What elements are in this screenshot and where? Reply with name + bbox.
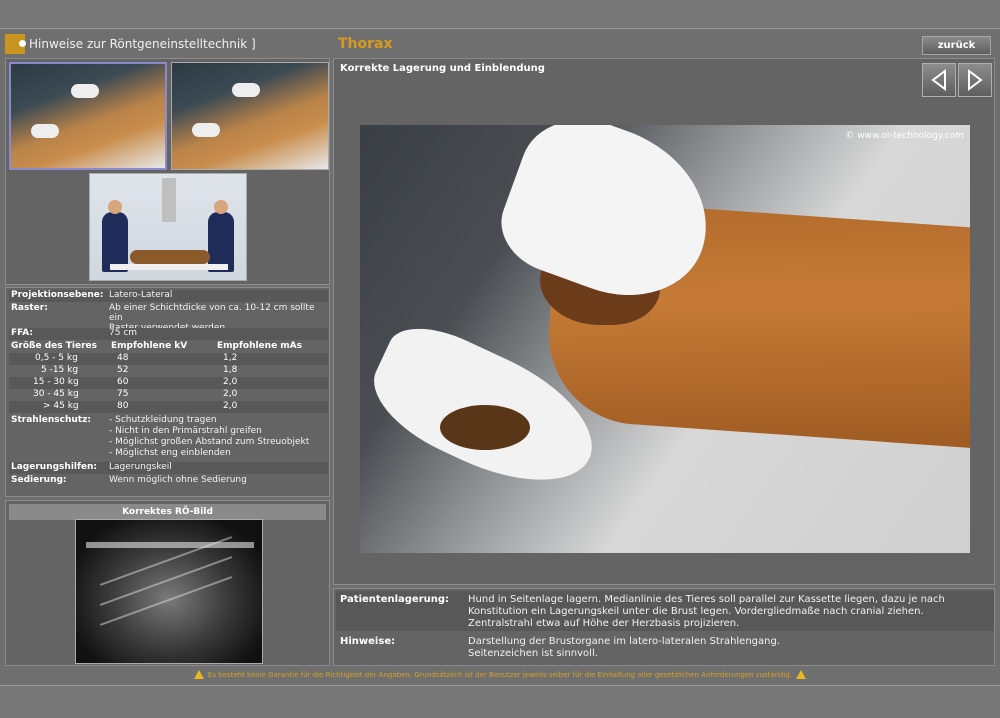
table-row: 15 - 30 kg 60 2,0: [9, 377, 328, 389]
glove-shape: [232, 83, 260, 97]
arrow-left-icon: [931, 69, 946, 91]
glove-shape: [31, 124, 59, 138]
photo-copyright: © www.or-technology.com: [845, 131, 964, 141]
warning-icon: [796, 670, 807, 679]
next-button[interactable]: [958, 63, 992, 97]
thumbnail-panel: [5, 58, 330, 285]
disclaimer-text: Es besteht keine Garantie für die Richti…: [207, 670, 793, 679]
person-head: [214, 200, 228, 214]
thumbnail-positioning-2[interactable]: [171, 62, 329, 170]
info-row-sedierung: Sedierung: Wenn möglich ohne Sedierung: [11, 475, 247, 485]
glove-shape: [192, 123, 220, 137]
dog-shape: [130, 250, 210, 264]
arrow-right-icon: [968, 69, 983, 91]
rib-shape: [99, 576, 233, 626]
thumbnail-positioning-1[interactable]: [9, 62, 167, 170]
section-nav-label[interactable]: Hinweise zur Röntgeneinstelltechnik ]: [29, 37, 256, 51]
instruction-row-hinweise: Hinweise: Darstellung der Brustorgane im…: [340, 636, 781, 659]
person-head: [108, 200, 122, 214]
table-row: 30 - 45 kg 75 2,0: [33, 389, 238, 399]
disclaimer: Es besteht keine Garantie für die Richti…: [0, 670, 1000, 679]
instruction-row-patientenlagerung: Patientenlagerung: Hund in Seitenlage la…: [336, 591, 994, 631]
xray-panel: Korrektes RÖ-Bild: [5, 500, 330, 666]
info-row-ffa: FFA: 75 cm: [9, 328, 328, 340]
xray-image[interactable]: [75, 519, 263, 664]
table-row: > 45 kg 80 2,0: [9, 401, 328, 413]
spine-shape: [86, 542, 254, 548]
page-title: Thorax: [338, 36, 393, 52]
instructions-panel: Patientenlagerung: Hund in Seitenlage la…: [333, 588, 995, 666]
table-row: 5 -15 kg 52 1,8: [41, 365, 238, 375]
info-row-strahlenschutz: Strahlenschutz: - Schutzkleidung tragen …: [11, 415, 310, 458]
person-figure: [208, 212, 234, 272]
section-nav[interactable]: Hinweise zur Röntgeneinstelltechnik ]: [5, 34, 330, 54]
info-row-projektionsebene: Projektionsebene: Latero-Lateral: [9, 290, 328, 302]
xray-title: Korrektes RÖ-Bild: [9, 504, 326, 520]
person-figure: [102, 212, 128, 272]
main-panel: Korrekte Lagerung und Einblendung © www.…: [333, 58, 995, 585]
positioning-photo: © www.or-technology.com: [360, 125, 970, 553]
main-subtitle: Korrekte Lagerung und Einblendung: [340, 63, 545, 74]
info-row-raster: Raster: Ab einer Schichtdicke von ca. 10…: [11, 303, 315, 333]
paw-shape: [440, 405, 530, 450]
exposure-info-panel: Projektionsebene: Latero-Lateral Raster:…: [5, 287, 330, 497]
warning-icon: [193, 670, 204, 679]
info-arrow-icon: [5, 34, 26, 54]
table-row: 0,5 - 5 kg 48 1,2: [9, 353, 328, 365]
rib-shape: [99, 556, 233, 606]
prev-button[interactable]: [922, 63, 956, 97]
exposure-table-header: Größe des Tieres Empfohlene kV Empfohlen…: [11, 341, 303, 351]
glove-shape: [71, 84, 99, 98]
table-shape: [110, 264, 228, 270]
thumbnail-overview[interactable]: [89, 173, 247, 281]
info-row-lagerungshilfen: Lagerungshilfen: Lagerungskeil: [9, 462, 328, 474]
back-button[interactable]: zurück: [922, 36, 991, 55]
xray-tube-shape: [162, 178, 176, 222]
